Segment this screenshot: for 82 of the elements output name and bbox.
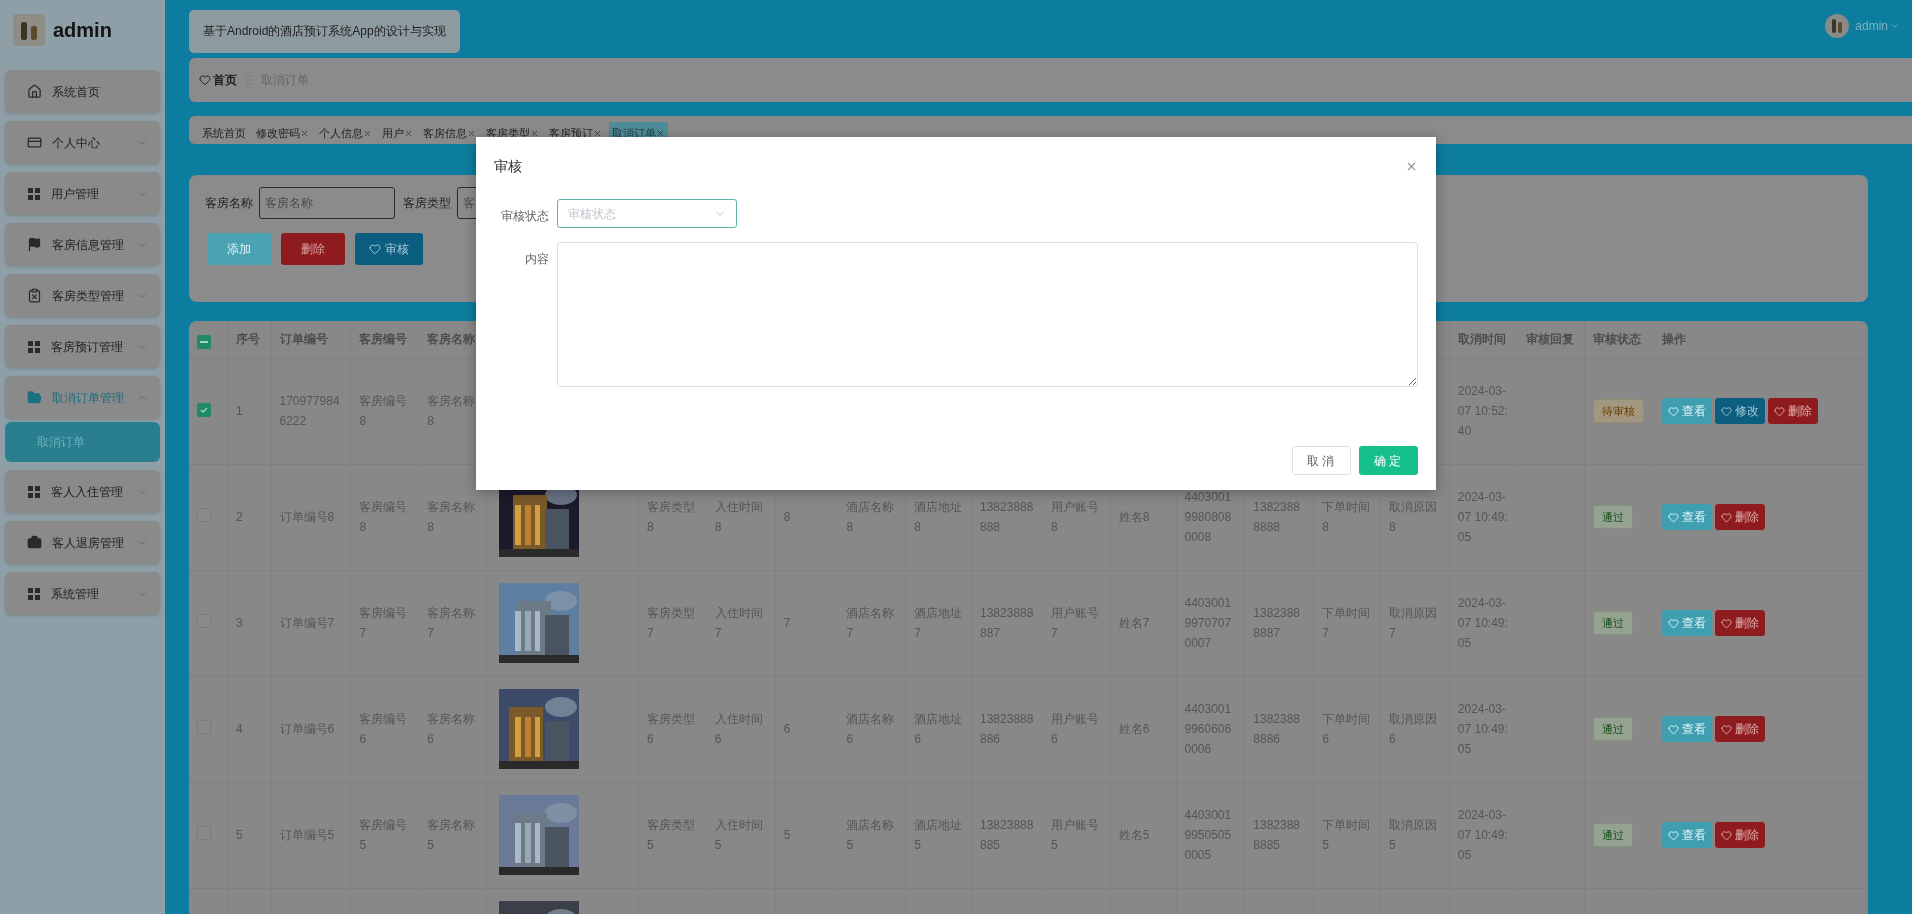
grid-icon: [27, 339, 41, 354]
status-tag: 通过: [1593, 610, 1634, 636]
status-tag: 待审核: [1593, 398, 1645, 424]
heart-icon: [1721, 405, 1733, 417]
user-avatar: [1825, 14, 1850, 38]
row-action-button[interactable]: 删除: [1715, 716, 1766, 742]
heart-icon: [199, 74, 211, 86]
checkbox[interactable]: [197, 403, 211, 417]
column-header: 取消时间: [1457, 332, 1506, 347]
row-action-button[interactable]: 删除: [1768, 398, 1819, 424]
app-title: admin: [53, 18, 112, 43]
select-all-checkbox[interactable]: [197, 334, 211, 349]
row-action-button[interactable]: 查看: [1662, 398, 1713, 424]
sidebar-item[interactable]: 客房类型管理: [5, 274, 160, 317]
sidebar-item[interactable]: 客人退房管理: [5, 521, 160, 564]
folder-icon: [27, 390, 42, 405]
column-header: 客房名称: [427, 332, 476, 347]
field-label: 客房名称: [205, 195, 253, 212]
heart-icon: [1668, 617, 1680, 629]
close-icon[interactable]: [656, 128, 665, 138]
column-header: 客房编号: [359, 332, 408, 347]
column-header: 审核回复: [1525, 332, 1574, 347]
sidebar-item[interactable]: 客房预订管理: [5, 325, 160, 368]
close-icon[interactable]: [593, 128, 602, 138]
heart-icon: [1721, 829, 1733, 841]
card-icon: [27, 135, 42, 150]
flag-icon: [27, 237, 42, 252]
grid-icon: [27, 484, 41, 499]
heart-icon: [369, 243, 381, 255]
row-action-button[interactable]: 删除: [1715, 504, 1766, 530]
grid-icon: [27, 586, 41, 601]
page-tab[interactable]: 个人信息: [316, 122, 375, 144]
toolbar-button[interactable]: 删除: [281, 233, 345, 265]
row-action-button[interactable]: 删除: [1715, 610, 1766, 636]
row-action-button[interactable]: 删除: [1715, 822, 1766, 848]
home-icon: [27, 84, 42, 99]
close-icon[interactable]: [530, 128, 539, 138]
form-label: 内容: [524, 251, 549, 268]
toolbar-button[interactable]: 审核: [355, 233, 423, 265]
heart-icon: [1668, 511, 1680, 523]
column-header: 操作: [1662, 332, 1687, 347]
heart-icon: [1721, 617, 1733, 629]
row-action-button[interactable]: 查看: [1662, 716, 1713, 742]
status-tag: 通过: [1593, 822, 1634, 848]
sidebar-item[interactable]: 系统首页: [5, 70, 160, 113]
page-tab[interactable]: 系统首页: [199, 122, 249, 144]
form-label: 审核状态: [500, 208, 549, 225]
sidebar-item[interactable]: 系统管理: [5, 572, 160, 615]
dialog-button[interactable]: 取消: [1292, 446, 1351, 475]
column-header: 序号: [235, 332, 260, 347]
row-action-button[interactable]: 查看: [1662, 504, 1713, 530]
sidebar-item[interactable]: 个人中心: [5, 121, 160, 164]
grid-icon: [27, 186, 41, 201]
row-action-button[interactable]: 查看: [1662, 610, 1713, 636]
column-header: 订单编号: [279, 332, 328, 347]
sidebar-item[interactable]: 客房信息管理: [5, 223, 160, 266]
sidebar-item[interactable]: 客人入住管理: [5, 470, 160, 513]
field-label: 客房类型: [403, 195, 451, 212]
column-header: 审核状态: [1593, 332, 1642, 347]
breadcrumb-link[interactable]: 首页: [199, 71, 237, 89]
system-title: 基于Android的酒店预订系统App的设计与实现: [189, 9, 460, 53]
clipboard-icon: [27, 288, 42, 303]
page-tab[interactable]: 客房信息: [420, 122, 479, 144]
heart-icon: [1668, 829, 1680, 841]
heart-icon: [1668, 405, 1680, 417]
toolbar-button[interactable]: 添加: [207, 233, 271, 265]
heart-icon: [1721, 511, 1733, 523]
page-tab[interactable]: 用户: [379, 122, 416, 144]
briefcase-icon: [27, 535, 42, 550]
heart-icon: [1668, 723, 1680, 735]
status-tag: 通过: [1593, 504, 1634, 530]
sidebar-item[interactable]: 用户管理: [5, 172, 160, 215]
heart-icon: [1721, 723, 1733, 735]
caret-icon: [1890, 21, 1900, 31]
search-field[interactable]: 客房名称: [259, 187, 395, 219]
status-tag: 通过: [1593, 716, 1634, 742]
heart-icon: [1774, 405, 1786, 417]
dialog-title: 审核: [494, 156, 522, 176]
page-tab[interactable]: 修改密码: [253, 122, 312, 144]
check-icon: [199, 405, 209, 415]
row-action-button[interactable]: 修改: [1715, 398, 1766, 424]
row-action-button[interactable]: 查看: [1662, 822, 1713, 848]
